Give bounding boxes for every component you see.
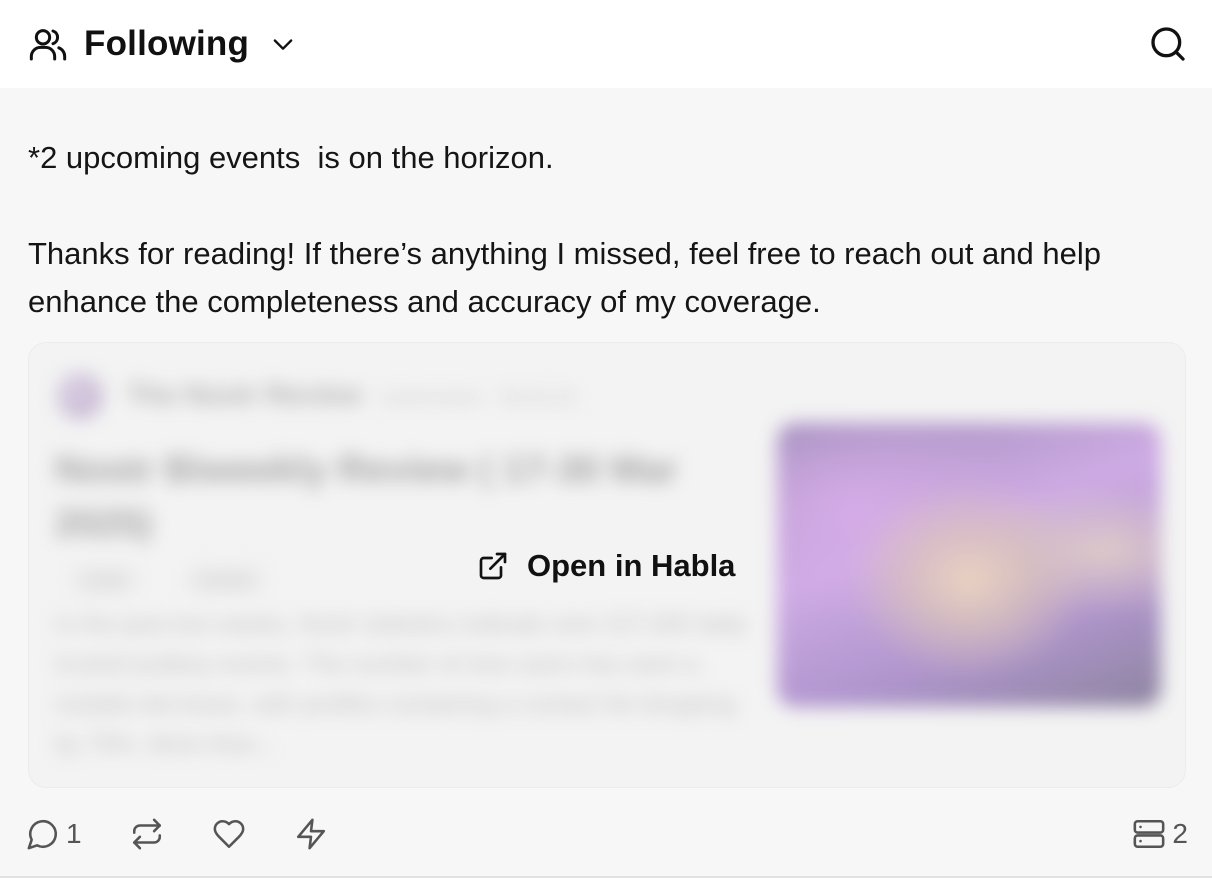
- feed-selector[interactable]: Following: [28, 24, 297, 64]
- repost-button[interactable]: [130, 817, 164, 851]
- reply-button[interactable]: 1: [26, 817, 82, 851]
- search-icon[interactable]: [1148, 24, 1188, 64]
- post-actions: 1 2: [26, 812, 1188, 856]
- embed-summary: In the past two weeks, Nostr statistics …: [55, 611, 748, 758]
- server-icon: [1133, 819, 1165, 849]
- external-link-icon: [479, 552, 507, 580]
- top-bar: Following: [0, 0, 1212, 88]
- post-text-line: *2 upcoming events is on the horizon.: [28, 140, 554, 175]
- relays-button[interactable]: 2: [1132, 817, 1188, 851]
- embed-cover-image: [777, 423, 1161, 707]
- relay-count: 2: [1172, 818, 1188, 849]
- embed-author: The Nostr Review: [127, 379, 362, 410]
- heart-icon: [213, 819, 245, 849]
- post-content: *2 upcoming events is on the horizon. Th…: [28, 88, 1188, 326]
- embed-date: nostrreview · 30.03.25: [379, 387, 577, 409]
- embed-tag: review: [183, 565, 268, 595]
- users-icon: [29, 29, 67, 61]
- chevron-down-icon: [273, 39, 293, 50]
- feed-title: Following: [84, 24, 250, 63]
- like-button[interactable]: [212, 817, 246, 851]
- embed-tag: nostr: [69, 565, 142, 595]
- open-in-label: Open in Habla: [527, 548, 736, 583]
- embed-title: Nostr Biweekly Review ( 17-30 Mar 2025): [55, 449, 679, 545]
- article-embed-card[interactable]: The Nostr Review nostrreview · 30.03.25 …: [28, 342, 1186, 788]
- comment-icon: [27, 819, 58, 850]
- reply-count: 1: [66, 818, 82, 849]
- open-in-habla-button[interactable]: Open in Habla: [477, 548, 735, 584]
- zap-icon: [296, 818, 325, 850]
- post-text-paragraph: Thanks for reading! If there’s anything …: [28, 236, 1110, 319]
- zap-button[interactable]: [294, 817, 328, 851]
- avatar: [57, 373, 103, 419]
- repost-icon: [132, 818, 161, 850]
